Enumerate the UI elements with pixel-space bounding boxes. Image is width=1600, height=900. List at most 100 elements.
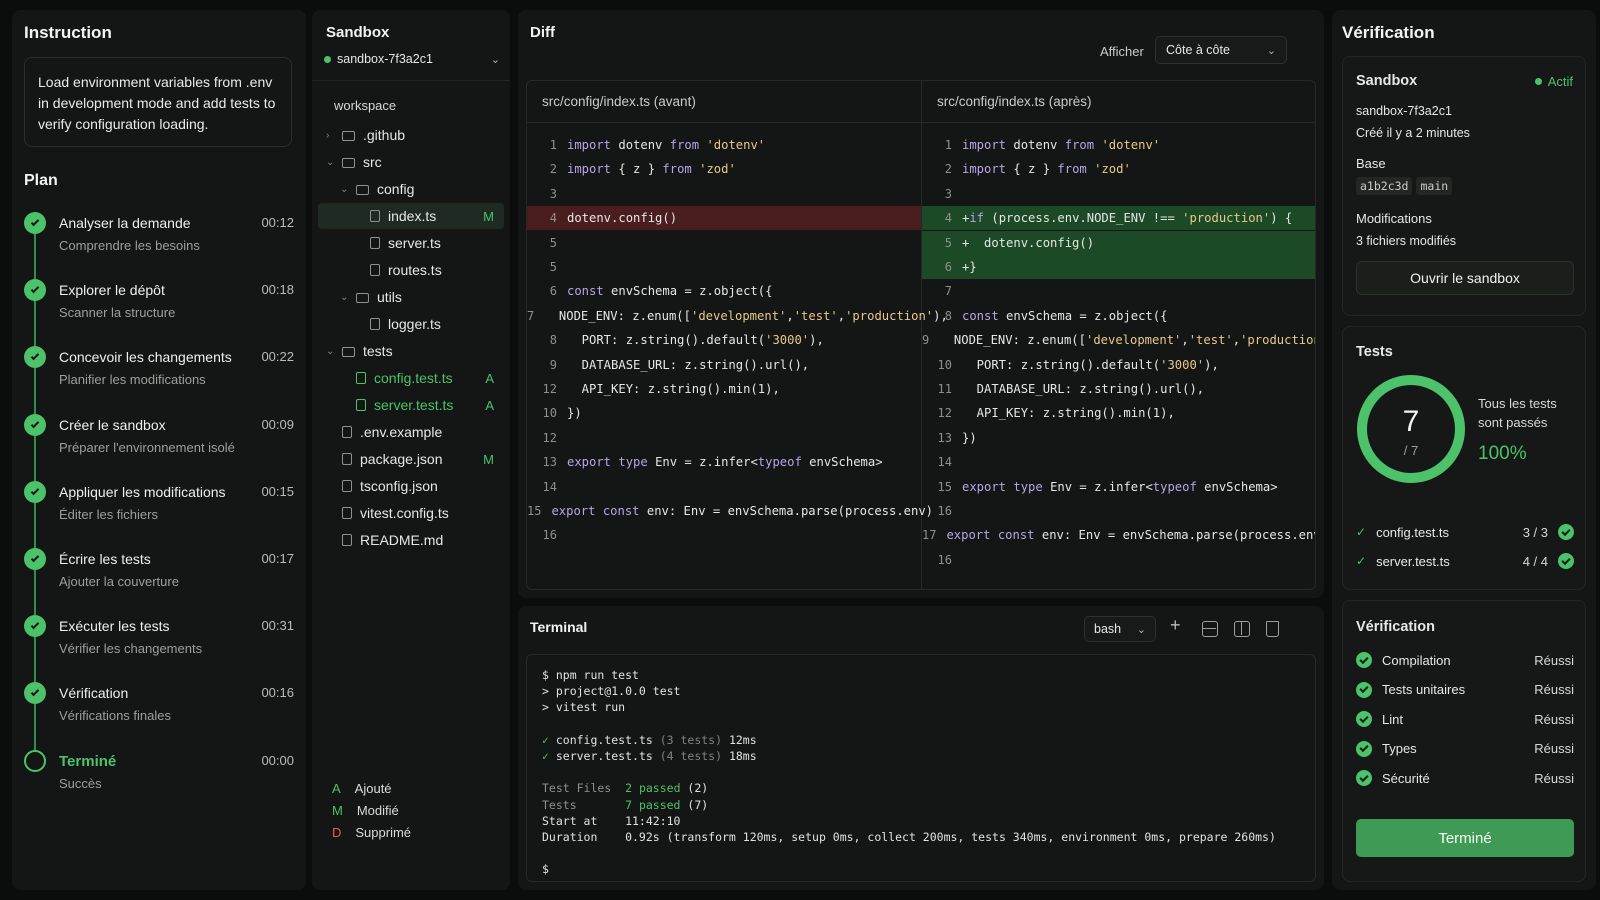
code-text: DATABASE_URL: z.string().url(), [567,357,810,372]
tree-file[interactable]: server.test.ts A [318,392,504,418]
line-number: 5 [549,260,557,274]
tests-passed-count: 7 [1402,405,1420,438]
plus-icon[interactable]: + [1170,615,1186,635]
tree-file[interactable]: .env.example [318,419,504,445]
open-sandbox-button[interactable]: Ouvrir le sandbox [1356,261,1574,295]
tree-folder[interactable]: › .github [318,122,504,148]
code-line: 17 export const env: Env = envSchema.pars… [922,523,1315,547]
check-icon: ✓ [1356,525,1367,539]
line-number: 3 [549,186,557,201]
tree-file[interactable]: routes.ts [318,257,504,283]
tree-file[interactable]: server.ts [318,230,504,256]
line-number: 8 [549,333,557,348]
change-badge: M [483,208,494,224]
line-number: 12 [542,430,557,445]
step-subtitle: Ajouter la couverture [59,574,179,589]
terminal-line: Test Files 2 passed (2) [542,781,709,796]
code-line: 2 import { z } from 'zod' [527,157,921,181]
line-number: 1 [944,138,952,152]
line-number: 12 [542,382,557,396]
terminal-line: $ npm run test [542,668,639,682]
code-text: API_KEY: z.string().min(1), [962,406,1175,421]
chevron-down-icon: ⌄ [1266,44,1276,57]
diff-mode-select[interactable]: Côte à côte ⌄ [1155,36,1287,64]
step-title: Analyser la demande [59,215,191,231]
tree-item-label: config [377,181,415,197]
step-connector [34,637,36,683]
line-number: 13 [937,430,952,445]
plan-step: Appliquer les modifications Éditer les fi… [12,479,306,548]
trash-icon[interactable] [1266,621,1279,637]
line-number: 9 [549,357,557,372]
check-label: Lint [1382,711,1403,727]
check-circle-icon [1356,652,1372,668]
tree-file[interactable]: package.json M [318,446,504,472]
terminal-title: Terminal [530,619,588,635]
base-label: Base [1356,156,1386,171]
tree-file[interactable]: config.test.ts A [318,365,504,391]
sandbox-panel: Sandbox sandbox-7f3a2c1 ⌄ workspace › .gi… [312,10,510,890]
legend-item: A Ajouté [332,781,392,796]
line-number: 14 [937,455,952,470]
tree-folder[interactable]: ⌄ tests [318,338,504,364]
tree-item-label: src [363,154,382,170]
tree-folder[interactable]: ⌄ config [318,176,504,202]
terminal-line: $ [542,862,549,877]
tests-percent: 100% [1478,443,1527,464]
step-duration: 00:18 [261,282,294,298]
code-line: 10}) [527,401,921,425]
tree-file[interactable]: vitest.config.ts [318,500,504,526]
code-line: 16 [527,523,921,547]
check-label: Types [1382,741,1417,756]
shell-select[interactable]: bash ⌄ [1084,616,1156,642]
step-subtitle: Scanner la structure [59,305,176,321]
line-number: 3 [944,186,952,201]
test-file-name: config.test.ts [1376,524,1450,540]
tree-file[interactable]: logger.ts [318,311,504,337]
code-line: 2 import { z } from 'zod' [922,157,1315,181]
code-line: 8 const envSchema = z.object({ [922,304,1315,328]
line-number: 10 [542,406,557,421]
file-icon [370,210,380,222]
tree-folder[interactable]: ⌄ src [318,149,504,175]
code-text: PORT: z.string().default('3000'), [962,357,1219,372]
step-title: Créer le sandbox [59,416,166,433]
done-button[interactable]: Terminé [1356,819,1574,857]
line-number: 12 [937,406,952,421]
tree-item-label: logger.ts [388,316,441,332]
line-number: 1 [549,138,557,152]
tree-item-label: package.json [360,451,443,467]
tree-file[interactable]: tsconfig.json [318,473,504,499]
sandbox-selector[interactable]: sandbox-7f3a2c1 ⌄ [324,48,500,70]
terminal-line: > project@1.0.0 test [542,684,681,699]
line-number: 7 [944,284,952,299]
diff-left-pane: src/config/index.ts (avant) 1 import dote… [527,81,948,589]
tree-file[interactable]: README.md [318,527,504,553]
split-vertical-icon[interactable] [1234,621,1250,637]
line-number: 5 [944,235,952,250]
tests-card: Tests 7 / 7 Tous les tests sont passés 1… [1342,326,1586,590]
test-file-name: server.test.ts [1376,553,1450,569]
code-line: 11 DATABASE_URL: z.string().url(), [922,377,1315,401]
tree-item-label: utils [377,289,402,305]
code-line: 7 [922,279,1315,303]
sandbox-card: Sandbox Actif sandbox-7f3a2c1 Créé il y … [1342,56,1586,316]
code-line: 6 const envSchema = z.object({ [527,279,921,303]
workspace-label: workspace [334,98,397,113]
check-circle-icon [24,346,46,369]
code-text: DATABASE_URL: z.string().url(), [962,382,1205,396]
sandbox-card-name: sandbox-7f3a2c1 [1356,104,1452,118]
code-text: import dotenv from 'dotenv' [962,138,1161,152]
check-status: Réussi [1534,770,1574,786]
tree-file[interactable]: index.ts M [318,203,504,229]
split-terminal-icon[interactable] [1202,621,1218,637]
tests-card-title: Tests [1356,344,1393,360]
divider [312,80,510,81]
line-number: 13 [542,455,557,470]
plan-step: Concevoir les changements Planifier les m… [12,344,306,414]
code-line: 16 [922,548,1315,572]
terminal-output[interactable]: $ npm run test > project@1.0.0 test > vite… [526,654,1316,882]
tree-folder[interactable]: ⌄ utils [318,284,504,310]
